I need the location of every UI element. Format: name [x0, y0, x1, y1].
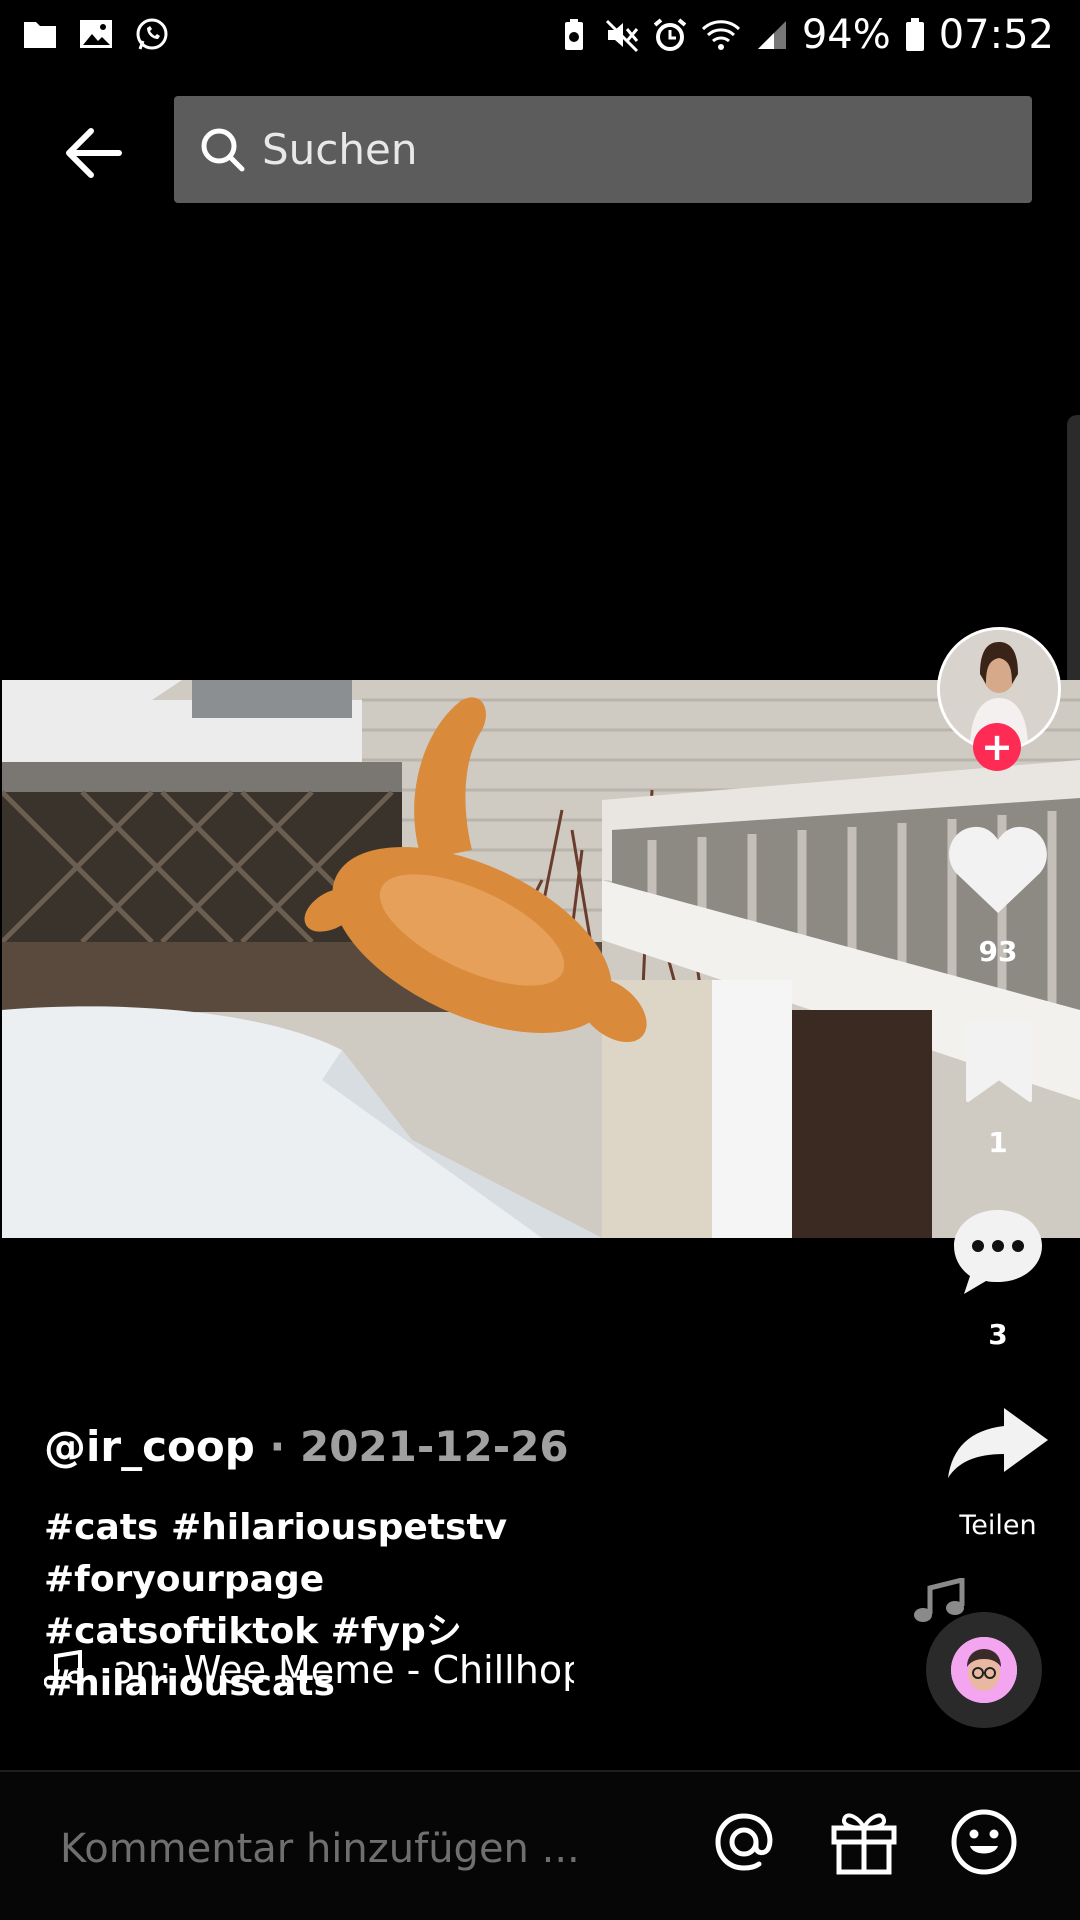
video-player[interactable]	[2, 680, 1080, 1238]
like-count: 93	[978, 935, 1018, 968]
battery-saver-icon	[564, 19, 583, 50]
bookmark-button[interactable]	[962, 1018, 1036, 1106]
signal-icon	[757, 21, 786, 49]
video-frame-image	[2, 680, 1080, 1238]
bookmark-icon	[966, 1020, 1032, 1102]
comment-button[interactable]	[950, 1206, 1046, 1300]
mute-icon	[605, 19, 638, 53]
gift-button[interactable]	[830, 1806, 898, 1880]
clock: 07:52	[938, 12, 1054, 58]
heart-icon	[949, 826, 1047, 913]
post-date: 2021-12-26	[299, 1422, 569, 1471]
date-separator: ·	[254, 1422, 300, 1471]
music-icon	[44, 1650, 83, 1689]
whatsapp-icon	[136, 18, 168, 50]
wifi-icon	[701, 20, 740, 50]
music-ticker[interactable]: ɔn: Wee Meme - Chillhop I	[44, 1648, 574, 1692]
comment-bubble-icon	[954, 1210, 1042, 1294]
music-cover-image	[951, 1637, 1017, 1703]
music-disc-button[interactable]	[926, 1612, 1042, 1728]
username-link[interactable]: @ir_coop	[44, 1422, 255, 1471]
battery-icon	[905, 18, 924, 51]
sound-avatar-icon	[951, 1637, 1017, 1703]
smiley-icon	[951, 1809, 1017, 1875]
like-button[interactable]	[948, 823, 1048, 919]
share-label: Teilen	[959, 1510, 1037, 1541]
search-icon	[201, 128, 245, 171]
mention-button[interactable]	[710, 1808, 778, 1880]
comment-input[interactable]: Kommentar hinzufügen ...	[60, 1826, 580, 1872]
at-sign-icon	[715, 1813, 773, 1871]
gallery-icon	[80, 20, 112, 48]
system-icons: 94% 07:52	[556, 12, 1054, 58]
emoji-button[interactable]	[950, 1808, 1018, 1880]
folder-icon	[24, 22, 56, 48]
hashtags-line-1[interactable]: #cats #hilariouspetstv #foryourpage	[44, 1502, 764, 1606]
share-arrow-icon	[948, 1408, 1048, 1478]
back-button[interactable]	[58, 118, 128, 188]
post-meta: @ir_coop · 2021-12-26	[44, 1422, 569, 1471]
follow-button[interactable]: +	[973, 723, 1021, 771]
battery-percent: 94%	[801, 12, 891, 58]
search-placeholder: Suchen	[262, 125, 418, 174]
share-button[interactable]	[946, 1406, 1050, 1484]
alarm-icon	[653, 18, 687, 51]
arrow-left-icon	[66, 128, 122, 178]
search-bar[interactable]: Suchen	[174, 96, 1032, 203]
bookmark-count: 1	[988, 1126, 1008, 1159]
comment-count: 3	[988, 1318, 1008, 1351]
music-title: ɔn: Wee Meme - Chillhop I	[114, 1648, 574, 1692]
gift-icon	[831, 1813, 897, 1875]
notification-icons	[22, 16, 170, 52]
status-bar: 94% 07:52	[0, 0, 1080, 76]
